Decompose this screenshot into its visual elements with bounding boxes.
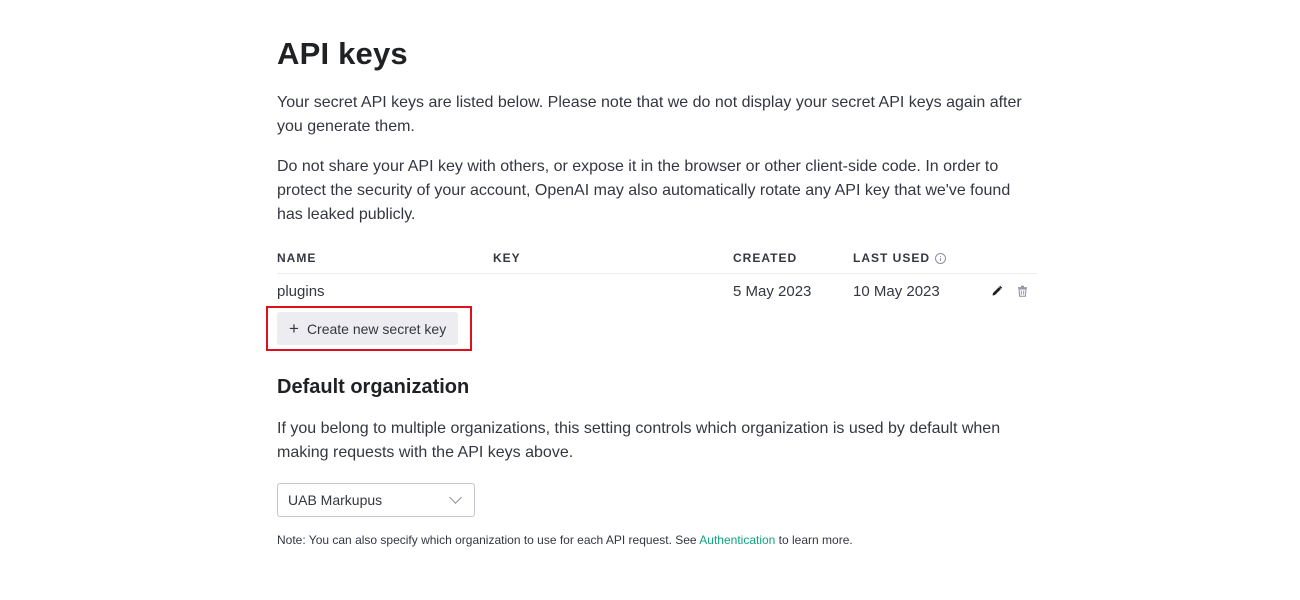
default-organization-title: Default organization	[277, 376, 470, 398]
column-header-name: NAME	[277, 251, 317, 265]
trash-icon[interactable]	[1017, 285, 1028, 297]
column-header-last-used-label: LAST USED	[853, 251, 931, 265]
note-suffix: to learn more.	[775, 533, 853, 547]
organization-note: Note: You can also specify which organiz…	[277, 533, 853, 547]
page-title: API keys	[277, 36, 408, 71]
intro-paragraph: Your secret API keys are listed below. P…	[277, 94, 1022, 135]
column-header-created: CREATED	[733, 251, 798, 265]
column-header-key: KEY	[493, 251, 521, 265]
security-paragraph: Do not share your API key with others, o…	[277, 158, 1011, 223]
authentication-link[interactable]: Authentication	[699, 533, 775, 547]
plus-icon: +	[289, 319, 299, 338]
create-new-secret-key-button[interactable]: + Create new secret key	[277, 312, 459, 345]
column-header-last-used: LAST USED	[853, 251, 947, 265]
organization-select[interactable]: UAB Markupus	[277, 483, 475, 517]
default-organization-description: If you belong to multiple organizations,…	[277, 420, 1001, 461]
create-button-label: Create new secret key	[306, 320, 447, 337]
note-prefix: Note: You can also specify which organiz…	[277, 533, 700, 547]
key-last-used-cell: 10 May 2023	[853, 283, 940, 300]
info-icon[interactable]	[935, 252, 947, 264]
row-actions	[991, 285, 1028, 297]
pencil-icon[interactable]	[991, 285, 1003, 297]
table-divider	[277, 273, 1037, 274]
key-name-cell: plugins	[277, 283, 325, 300]
key-created-cell: 5 May 2023	[733, 283, 812, 300]
key-value-cell	[493, 283, 693, 301]
organization-select-value: UAB Markupus	[288, 492, 383, 508]
chevron-down-icon	[449, 491, 462, 504]
